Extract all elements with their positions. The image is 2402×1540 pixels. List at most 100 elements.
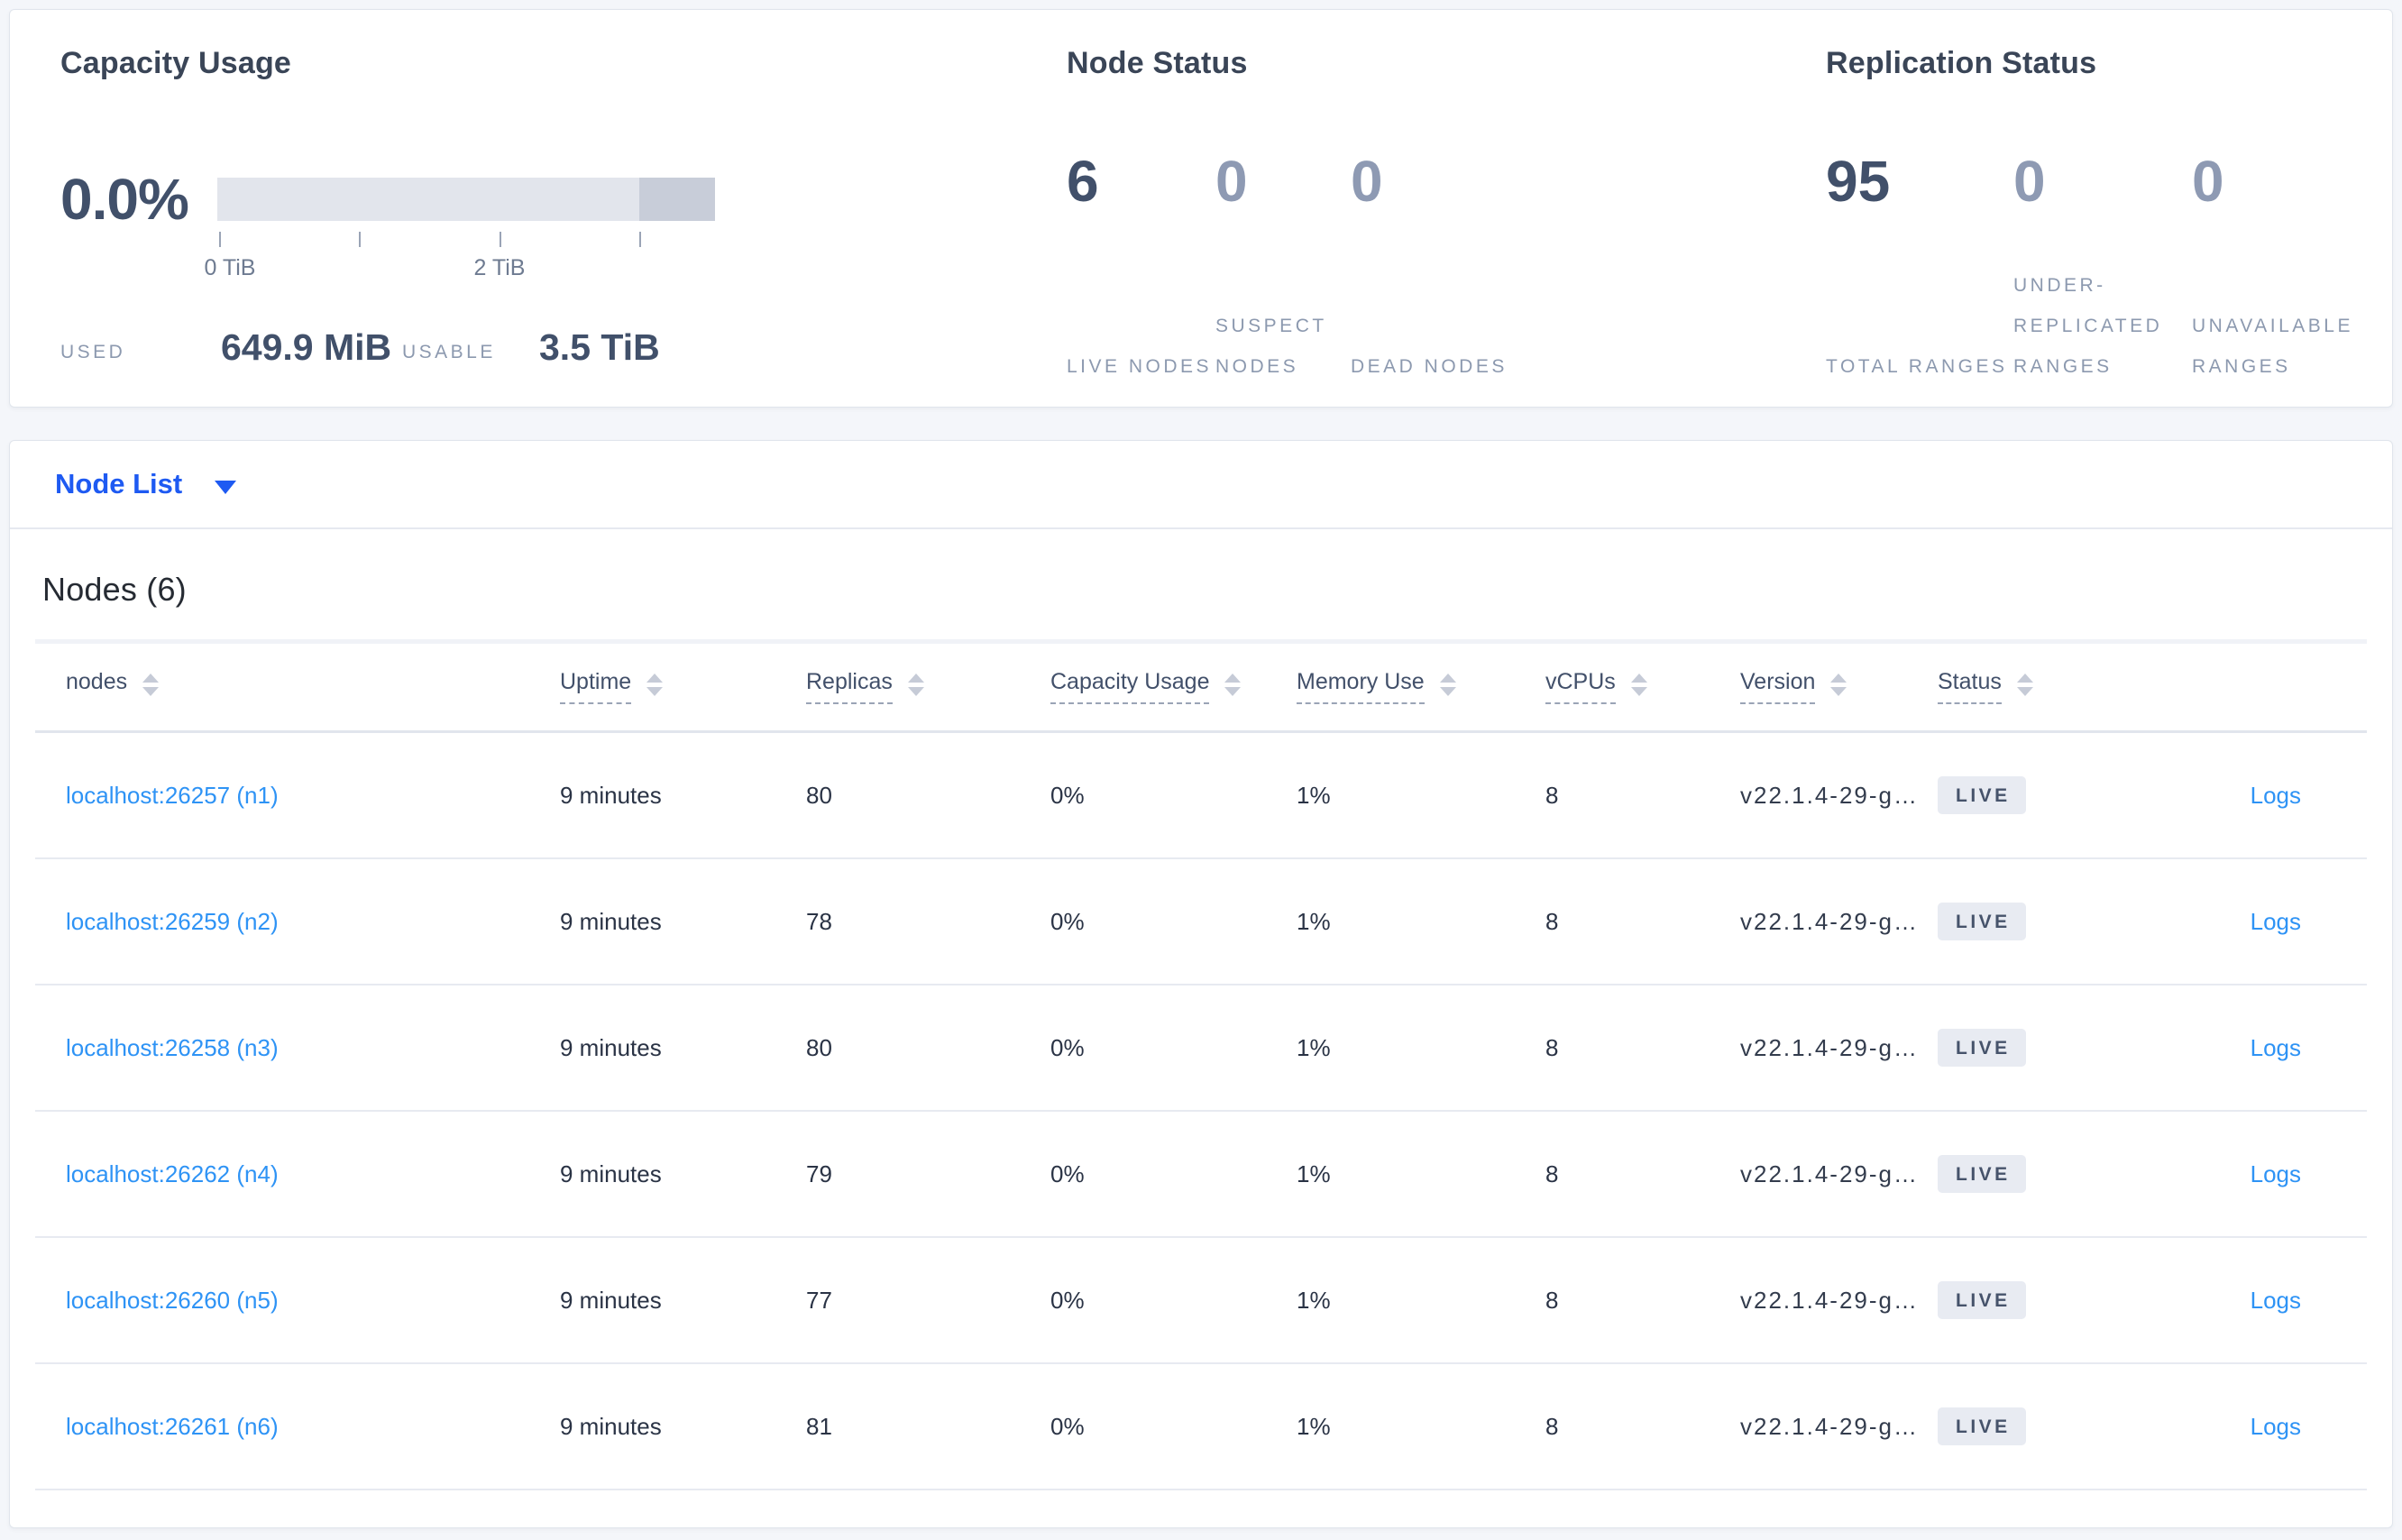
node-link[interactable]: localhost:26261 (n6): [66, 1413, 279, 1440]
under-replicated-ranges-label: UNDER-REPLICATED RANGES: [2013, 275, 2163, 377]
axis-tick: [639, 232, 641, 247]
suspect-nodes-stat: 0 SUSPECT NODES: [1215, 145, 1351, 387]
unavailable-ranges-stat: 0 UNAVAILABLE RANGES: [2192, 145, 2399, 387]
version-cell: v22.1.4-29-g…: [1740, 1412, 1919, 1440]
version-cell: v22.1.4-29-g…: [1740, 1033, 1919, 1061]
column-header-version[interactable]: Version: [1740, 670, 1938, 704]
sort-icon: [2016, 673, 2033, 696]
suspect-nodes-label: SUSPECT NODES: [1215, 316, 1327, 377]
logs-link[interactable]: Logs: [2251, 1413, 2301, 1440]
column-header-nodes[interactable]: nodes: [66, 670, 560, 704]
capacity-bar-track: [217, 178, 715, 221]
column-header-status[interactable]: Status: [1938, 670, 2100, 704]
total-ranges-value: 95: [1826, 149, 1891, 214]
version-cell: v22.1.4-29-g…: [1740, 907, 1919, 935]
table-header-row: nodes Uptime Replicas Capacity Usage Mem…: [35, 644, 2367, 733]
sort-icon: [1224, 673, 1242, 696]
logs-link[interactable]: Logs: [2251, 1034, 2301, 1061]
memory-use-cell: 1%: [1297, 1160, 1331, 1187]
uptime-cell: 9 minutes: [560, 1033, 662, 1061]
live-nodes-stat: 6 LIVE NODES: [1067, 145, 1215, 387]
total-ranges-stat: 95 TOTAL RANGES: [1826, 145, 2013, 387]
memory-use-cell: 1%: [1297, 1286, 1331, 1314]
capacity-used-percent: 0.0%: [60, 167, 189, 232]
column-header-vcpus[interactable]: vCPUs: [1545, 670, 1740, 704]
capacity-bar-nonusable-segment: [639, 178, 715, 221]
used-label: USED: [60, 342, 126, 362]
capacity-usage-section: Capacity Usage 0.0% 0 TiB 2 TiB USED 649…: [60, 46, 746, 368]
column-header-replicas[interactable]: Replicas: [806, 670, 1050, 704]
node-link[interactable]: localhost:26259 (n2): [66, 908, 279, 935]
capacity-usage-cell: 0%: [1050, 1160, 1085, 1187]
column-header-uptime[interactable]: Uptime: [560, 670, 806, 704]
node-status-section: Node Status 6 LIVE NODES 0 SUSPECT NODES…: [1067, 46, 1698, 377]
node-link[interactable]: localhost:26260 (n5): [66, 1287, 279, 1314]
capacity-usage-cell: 0%: [1050, 1286, 1085, 1314]
table-row: localhost:26260 (n5) 9 minutes 77 0% 1% …: [35, 1238, 2367, 1364]
uptime-cell: 9 minutes: [560, 1286, 662, 1314]
table-title: Nodes (6): [42, 571, 187, 608]
logs-link[interactable]: Logs: [2251, 1287, 2301, 1314]
live-nodes-label: LIVE NODES: [1067, 356, 1213, 377]
status-badge: LIVE: [1938, 903, 2026, 940]
uptime-cell: 9 minutes: [560, 781, 662, 809]
capacity-usage-cell: 0%: [1050, 1033, 1085, 1061]
capacity-usage-cell: 0%: [1050, 1412, 1085, 1440]
status-badge: LIVE: [1938, 1407, 2026, 1445]
logs-link[interactable]: Logs: [2251, 908, 2301, 935]
vcpus-cell: 8: [1545, 1033, 1559, 1061]
table-row: localhost:26257 (n1) 9 minutes 80 0% 1% …: [35, 733, 2367, 859]
sort-icon: [1630, 673, 1647, 696]
table-row: localhost:26258 (n3) 9 minutes 80 0% 1% …: [35, 985, 2367, 1112]
replicas-cell: 81: [806, 1412, 832, 1440]
column-header-capacity-usage[interactable]: Capacity Usage: [1050, 670, 1297, 704]
nodes-table: nodes Uptime Replicas Capacity Usage Mem…: [35, 639, 2367, 1490]
version-cell: v22.1.4-29-g…: [1740, 781, 1919, 809]
cluster-summary-panel: Capacity Usage 0.0% 0 TiB 2 TiB USED 649…: [9, 9, 2393, 408]
used-value: 649.9 MiB: [221, 326, 392, 368]
node-link[interactable]: localhost:26257 (n1): [66, 782, 279, 809]
sort-icon: [1830, 673, 1847, 696]
suspect-nodes-value: 0: [1215, 149, 1248, 214]
node-link[interactable]: localhost:26258 (n3): [66, 1034, 279, 1061]
version-cell: v22.1.4-29-g…: [1740, 1286, 1919, 1314]
replicas-cell: 80: [806, 1033, 832, 1061]
axis-tick: [359, 232, 361, 247]
table-row: localhost:26262 (n4) 9 minutes 79 0% 1% …: [35, 1112, 2367, 1238]
status-badge: LIVE: [1938, 1155, 2026, 1193]
axis-tick: [500, 232, 501, 247]
vcpus-cell: 8: [1545, 781, 1559, 809]
node-list-panel: Node List Nodes (6) nodes Uptime Replica…: [9, 440, 2393, 1528]
axis-tick: [219, 232, 221, 247]
replication-status-title: Replication Status: [1826, 46, 2097, 80]
logs-link[interactable]: Logs: [2251, 782, 2301, 809]
uptime-cell: 9 minutes: [560, 1412, 662, 1440]
sort-icon: [1439, 673, 1456, 696]
logs-link[interactable]: Logs: [2251, 1160, 2301, 1187]
replicas-cell: 78: [806, 907, 832, 935]
column-header-memory-use[interactable]: Memory Use: [1297, 670, 1545, 704]
sort-icon: [142, 673, 160, 696]
axis-tick-label: 2 TiB: [473, 255, 526, 280]
total-ranges-label: TOTAL RANGES: [1826, 356, 2008, 377]
usable-label: USABLE: [402, 342, 496, 362]
sort-icon: [907, 673, 924, 696]
uptime-cell: 9 minutes: [560, 907, 662, 935]
under-replicated-ranges-stat: 0 UNDER-REPLICATED RANGES: [2013, 145, 2192, 387]
vcpus-cell: 8: [1545, 907, 1559, 935]
replicas-cell: 80: [806, 781, 832, 809]
version-cell: v22.1.4-29-g…: [1740, 1160, 1919, 1187]
unavailable-ranges-label: UNAVAILABLE RANGES: [2192, 316, 2353, 377]
dead-nodes-stat: 0 DEAD NODES: [1351, 145, 1540, 387]
capacity-usage-cell: 0%: [1050, 781, 1085, 809]
capacity-usage-bar: 0 TiB 2 TiB: [205, 178, 715, 322]
under-replicated-ranges-value: 0: [2013, 149, 2046, 214]
view-selector-dropdown[interactable]: Node List: [10, 441, 2392, 529]
table-row: localhost:26261 (n6) 9 minutes 81 0% 1% …: [35, 1364, 2367, 1490]
unavailable-ranges-value: 0: [2192, 149, 2224, 214]
replicas-cell: 79: [806, 1160, 832, 1187]
axis-tick-label: 0 TiB: [204, 255, 256, 280]
node-link[interactable]: localhost:26262 (n4): [66, 1160, 279, 1187]
vcpus-cell: 8: [1545, 1160, 1559, 1187]
vcpus-cell: 8: [1545, 1286, 1559, 1314]
